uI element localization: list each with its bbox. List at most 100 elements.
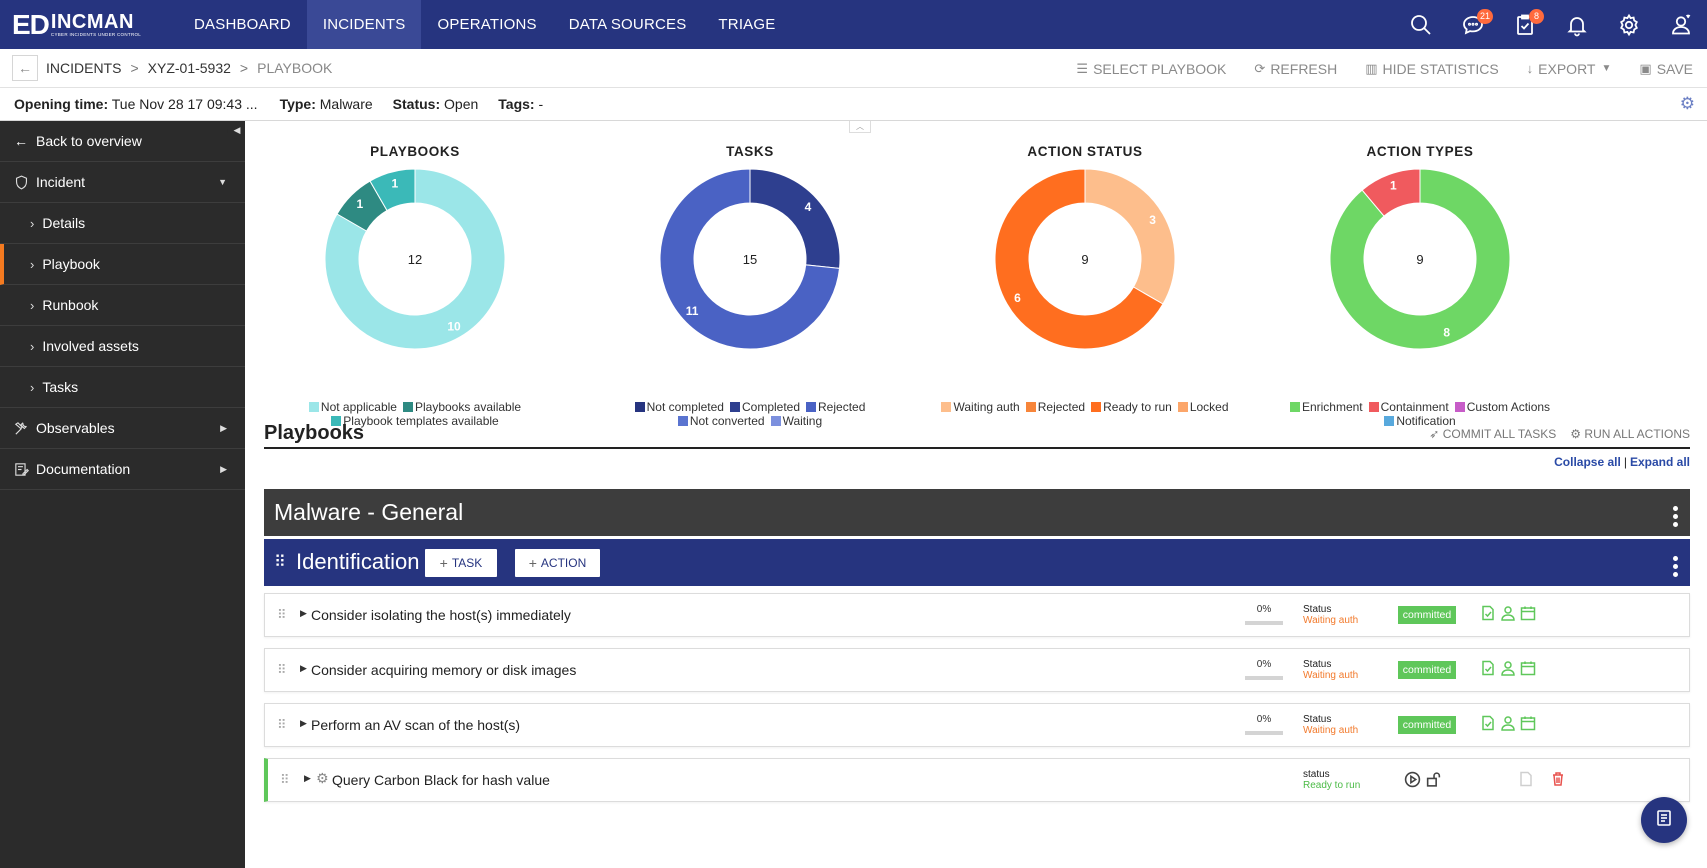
assign-user-icon[interactable] (1500, 715, 1516, 736)
drag-handle-icon[interactable]: ⠿ (274, 552, 286, 572)
drag-handle-icon[interactable]: ⠿ (280, 772, 289, 788)
task-row[interactable]: ⠿ ▶ Consider isolating the host(s) immed… (264, 593, 1690, 637)
calendar-icon[interactable] (1520, 605, 1536, 626)
legend-item[interactable]: Not completed (634, 400, 724, 414)
legend-item[interactable]: Enrichment (1289, 400, 1363, 414)
play-icon[interactable] (1404, 771, 1421, 793)
floppy-icon: ▣ (1639, 60, 1652, 76)
expand-all-link[interactable]: Expand all (1630, 455, 1690, 469)
drag-handle-icon[interactable]: ⠿ (277, 717, 286, 733)
refresh-button[interactable]: ⟳ REFRESH (1240, 61, 1351, 77)
export-button[interactable]: ↓ EXPORT ▼ (1513, 61, 1626, 77)
legend-swatch (402, 402, 413, 412)
chat-icon[interactable]: 21 (1447, 0, 1499, 49)
hide-statistics-button[interactable]: ▥ HIDE STATISTICS (1351, 61, 1512, 77)
legend-item[interactable]: Waiting auth (941, 400, 1020, 414)
trash-icon[interactable] (1550, 771, 1566, 792)
task-row[interactable]: ⠿ ▶ Perform an AV scan of the host(s) 0%… (264, 703, 1690, 747)
expand-triangle-icon[interactable]: ▶ (304, 773, 311, 784)
action-title[interactable]: Query Carbon Black for hash value (332, 772, 550, 788)
user-icon[interactable] (1655, 0, 1707, 49)
playbook-menu-icon[interactable] (1672, 506, 1678, 527)
search-icon[interactable] (1395, 0, 1447, 49)
expand-triangle-icon[interactable]: ▶ (300, 608, 307, 619)
document-icon[interactable] (1518, 771, 1534, 792)
legend-item[interactable]: Locked (1177, 400, 1229, 414)
chart-legend: Waiting auth Rejected Ready to run Locked (925, 400, 1245, 414)
save-button[interactable]: ▣ SAVE (1625, 61, 1707, 77)
statistics-collapse-toggle[interactable]: ︿ (849, 121, 871, 133)
legend-item[interactable]: Ready to run (1091, 400, 1172, 414)
note-check-icon[interactable] (1480, 715, 1496, 736)
note-check-icon[interactable] (1480, 660, 1496, 681)
nav-dashboard[interactable]: DASHBOARD (178, 0, 307, 49)
sidebar-back-to-overview[interactable]: ← Back to overview (0, 121, 245, 162)
legend-item[interactable]: Playbooks available (402, 400, 521, 414)
task-title[interactable]: Perform an AV scan of the host(s) (311, 717, 520, 733)
clipboard-check-icon[interactable]: 8 (1499, 0, 1551, 49)
note-check-icon[interactable] (1480, 605, 1496, 626)
sidebar-incident[interactable]: Incident ▼ (0, 162, 245, 203)
committed-button[interactable]: committed (1398, 606, 1456, 624)
task-title[interactable]: Consider isolating the host(s) immediate… (311, 607, 571, 623)
select-playbook-button[interactable]: ☰ SELECT PLAYBOOK (1062, 61, 1240, 77)
donut-slice-waiting-auth[interactable] (1084, 169, 1175, 305)
phase-menu-icon[interactable] (1672, 556, 1678, 577)
legend-swatch (634, 402, 645, 412)
chevron-right-icon: › (30, 379, 35, 395)
assign-user-icon[interactable] (1500, 660, 1516, 681)
phase-identification: ⠿ Identification + TASK + ACTION (264, 539, 1690, 586)
nav-triage[interactable]: TRIAGE (702, 0, 791, 49)
committed-button[interactable]: committed (1398, 661, 1456, 679)
task-title[interactable]: Consider acquiring memory or disk images (311, 662, 576, 678)
sidebar-item-details[interactable]: › Details (0, 203, 245, 244)
nav-incidents[interactable]: INCIDENTS (306, 0, 422, 49)
legend-item[interactable]: Rejected (806, 400, 865, 414)
drag-handle-icon[interactable]: ⠿ (277, 662, 286, 678)
donut-total-label: 12 (408, 252, 422, 267)
committed-button[interactable]: committed (1398, 716, 1456, 734)
sidebar-item-tasks[interactable]: › Tasks (0, 367, 245, 408)
assign-user-icon[interactable] (1500, 605, 1516, 626)
notes-fab-button[interactable] (1641, 797, 1687, 843)
commit-all-tasks-button[interactable]: ➶ COMMIT ALL TASKS (1429, 427, 1556, 441)
add-task-button[interactable]: + TASK (425, 549, 497, 577)
calendar-icon[interactable] (1520, 715, 1536, 736)
bar-chart-icon: ▥ (1365, 60, 1378, 76)
legend-item[interactable]: Not applicable (308, 400, 397, 414)
collapse-all-link[interactable]: Collapse all (1554, 455, 1621, 469)
arrow-left-icon: ← (14, 133, 28, 149)
legend-item[interactable]: Custom Actions (1454, 400, 1550, 414)
legend-item[interactable]: Completed (729, 400, 800, 414)
action-row[interactable]: ⠿ ▶ ⚙ Query Carbon Black for hash value … (264, 758, 1690, 802)
sidebar-observables[interactable]: Observables ▶ (0, 408, 245, 449)
legend-item[interactable]: Containment (1368, 400, 1449, 414)
unlock-icon[interactable] (1425, 771, 1442, 793)
expand-triangle-icon[interactable]: ▶ (300, 718, 307, 729)
sidebar-item-runbook[interactable]: › Runbook (0, 285, 245, 326)
incman-logo[interactable]: ED INCMAN CYBER INCIDENTS UNDER CONTROL (0, 0, 170, 49)
chart-tasks: TASKS 4 11 15 Not completed Completed Reject… (580, 141, 920, 431)
nav-operations[interactable]: OPERATIONS (421, 0, 552, 49)
drag-handle-icon[interactable]: ⠿ (277, 607, 286, 623)
back-button[interactable]: ← (12, 55, 38, 81)
sidebar-documentation[interactable]: Documentation ▶ (0, 449, 245, 490)
sidebar-item-involved-assets[interactable]: › Involved assets (0, 326, 245, 367)
info-settings-icon[interactable]: ⚙ (1680, 94, 1695, 114)
sidebar-item-playbook[interactable]: › Playbook (0, 244, 245, 285)
add-action-button[interactable]: + ACTION (515, 549, 600, 577)
nav-data-sources[interactable]: DATA SOURCES (553, 0, 703, 49)
donut-slice-completed[interactable] (749, 169, 840, 269)
breadcrumb-incidents[interactable]: INCIDENTS (46, 60, 121, 76)
bell-icon[interactable] (1551, 0, 1603, 49)
expand-triangle-icon[interactable]: ▶ (300, 663, 307, 674)
calendar-icon[interactable] (1520, 660, 1536, 681)
task-status-label: Status (1303, 604, 1332, 615)
gear-icon[interactable] (1603, 0, 1655, 49)
breadcrumb-incident-id[interactable]: XYZ-01-5932 (148, 60, 231, 76)
run-all-actions-button[interactable]: ⚙ RUN ALL ACTIONS (1570, 427, 1690, 441)
legend-item[interactable]: Rejected (1025, 400, 1085, 414)
slice-value-label: 1 (1390, 179, 1397, 193)
slice-value-label: 3 (1149, 213, 1156, 227)
task-row[interactable]: ⠿ ▶ Consider acquiring memory or disk im… (264, 648, 1690, 692)
